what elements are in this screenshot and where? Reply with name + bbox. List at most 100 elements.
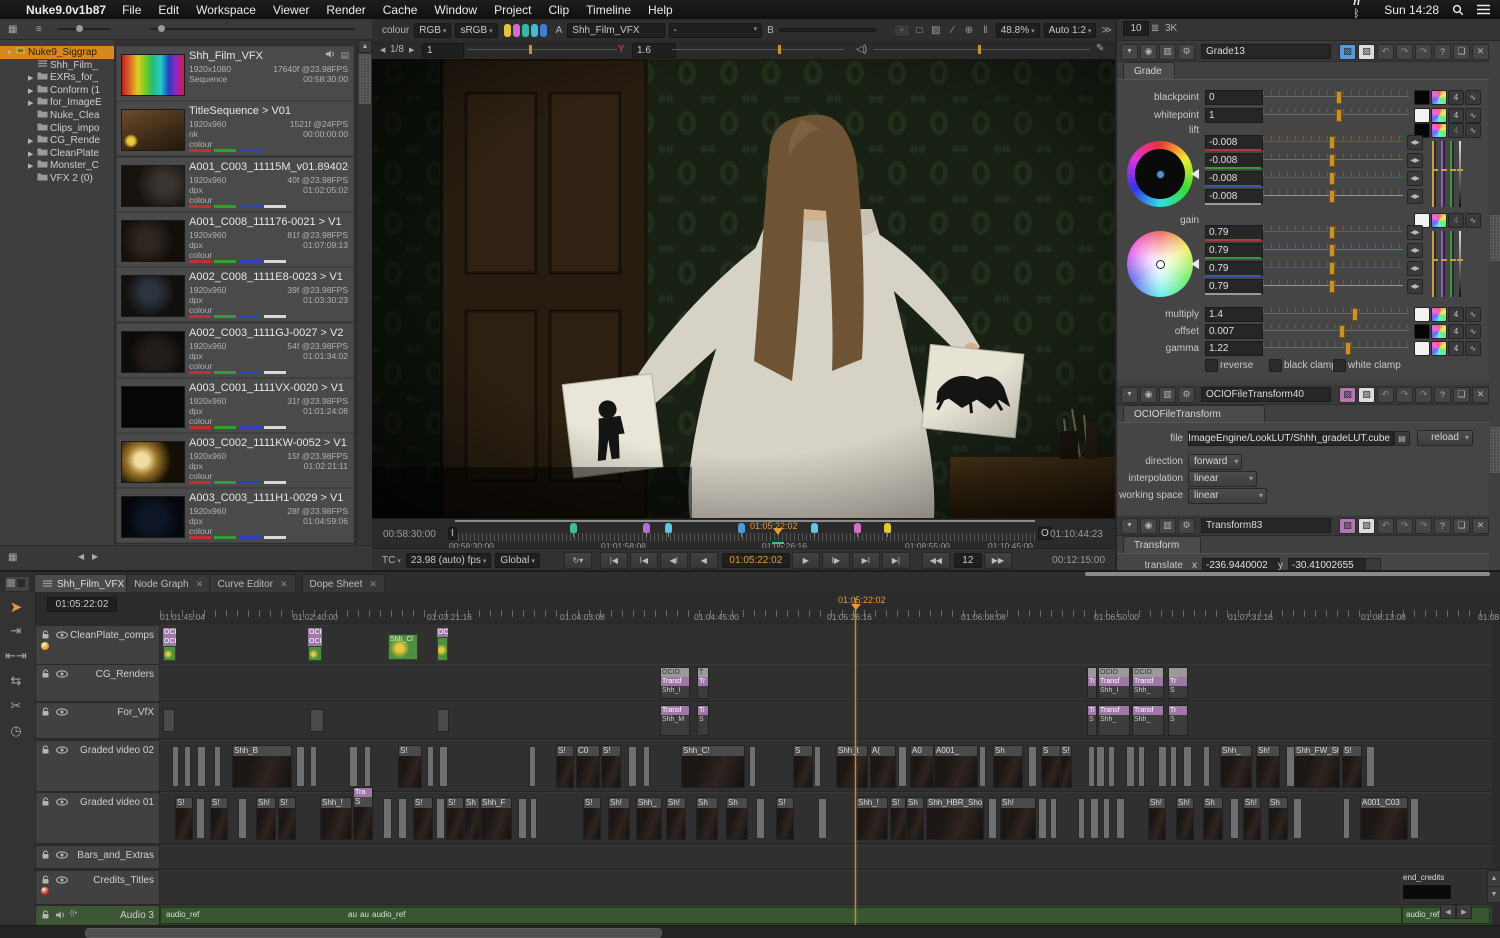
shot-marker-0[interactable] [570,523,577,533]
timeline-clip-sliver[interactable] [184,746,191,787]
timeline-fx-clip[interactable]: TrS [1168,705,1188,736]
bin-footer-grid-icon[interactable]: ▦ [8,552,17,563]
frame-dec-icon[interactable]: ◀◀ [922,552,950,569]
ocio-tab[interactable]: OCIOFileTransform [1123,405,1265,423]
timeline-clip-sliver[interactable] [1343,798,1350,839]
ocio-close-icon[interactable]: ✕ [1472,387,1489,403]
gamma-input[interactable]: 1.22 [1205,341,1263,356]
play-backward-button[interactable]: ◀ [690,552,718,569]
track-header-bars-and-extras[interactable]: Bars_and_Extras [35,845,160,869]
checkerboard-icon[interactable]: ▨ [929,25,944,36]
track-visibility-icon[interactable] [56,670,68,681]
offset-slider-handle[interactable] [1339,325,1345,338]
transform-wrench-icon[interactable]: ⚙ [1178,518,1195,534]
bin-clip-5[interactable]: A002_C003_1111GJ-0027 > V21920x960dpxcol… [116,323,354,378]
lift-step-0[interactable]: ◀▶ [1407,135,1423,150]
tree-expander-icon[interactable]: ▶ [28,72,37,84]
goto-end-button[interactable]: ▶| [882,552,910,569]
menu-render[interactable]: Render [326,3,365,17]
next-frame-button[interactable]: I▶ [822,552,850,569]
timeline-clip-sliver[interactable] [898,746,907,787]
timeline-clip-sliver[interactable] [1078,798,1085,839]
transform-revert-icon[interactable]: ↷ [1415,518,1432,534]
ab-blend-select[interactable]: -▾ [669,23,763,38]
timeline-clip-sliver[interactable] [518,798,527,839]
whitepoint-slider-handle[interactable] [1336,109,1342,122]
blackpoint-four-button[interactable]: 4 [1448,90,1464,105]
spotlight-icon[interactable] [1452,4,1464,16]
check-reverse[interactable] [1205,359,1218,372]
timeline-clip-sliver[interactable] [749,746,756,787]
menubar-clock[interactable]: Sun 14:28 [1384,3,1439,17]
shot-marker-2[interactable] [665,523,672,533]
gamma-four-button[interactable]: 4 [1448,341,1464,356]
fps-select[interactable]: 23.98 (auto) fps▾ [406,553,492,568]
timeline-clip-sliver[interactable] [1158,746,1167,787]
offset-wheel-icon[interactable] [1431,324,1447,339]
bin-clip-2[interactable]: A001_C003_11115M_v01.89402-0022 > V1920x… [116,157,354,212]
bin-clip-4[interactable]: A002_C008_1111E8-0023 > V11920x960dpxcol… [116,267,354,322]
timeline-clip-sliver[interactable] [1293,798,1302,839]
timeline-clip-sliver[interactable] [818,798,827,839]
grade-node-icon[interactable]: ▥ [1159,44,1176,60]
ocio-float-icon[interactable]: ❏ [1453,387,1470,403]
lift-slider-3[interactable] [1263,190,1403,201]
timeline-scroll-left-icon[interactable]: ◀ [1440,904,1456,919]
bin-clip-1[interactable]: TitleSequence > V011920x960nkcolour1521f… [116,101,354,156]
track-lane-cg-renders[interactable]: OCIOTransfShh_ITTr Tr OCIOTransfShh_IOCI… [160,664,1492,702]
gamma-curve-icon[interactable]: ∿ [1465,341,1481,356]
multiply-wheel-icon[interactable] [1431,307,1447,322]
timeline-fx-green-clip[interactable]: OCIOOCIO [308,628,322,661]
timeline-clip-sliver[interactable] [979,746,986,787]
bin-clip-8[interactable]: A003_C003_1111H1-0029 > V11920x960dpxcol… [116,488,354,543]
grade-maximize-b-icon[interactable]: ▨ [1358,44,1375,60]
gain-vsliders[interactable] [1432,231,1461,297]
zoom-level-select[interactable]: 48.8%▾ [996,23,1040,38]
timeline-clip-sliver[interactable] [296,746,305,787]
track-header-cleanplate-comps[interactable]: CleanPlate_comps [35,625,160,665]
blackpoint-input[interactable]: 0 [1205,90,1263,105]
lift-step-1[interactable]: ◀▶ [1407,153,1423,168]
timeline-clip-sliver[interactable] [1203,746,1210,787]
timeline-clip-sliver[interactable] [1108,746,1115,787]
track-header-audio-3[interactable]: ((•Audio 3 [35,905,160,925]
grade-revert-icon[interactable]: ↷ [1415,44,1432,60]
timeline-shot-clip[interactable]: Sh! [1243,797,1261,840]
viewer-lut-select[interactable]: sRGB▾ [455,23,497,38]
bin-grid-view-icon[interactable]: ▦ [8,24,17,35]
play-forward-button[interactable]: ▶ [792,552,820,569]
ocio-help-icon[interactable]: ? [1434,387,1451,403]
wipe-swatch-1[interactable] [513,24,520,37]
timeline-shot-clip[interactable]: Shh_t [836,745,868,788]
notes-icon[interactable]: n [1353,0,1370,8]
timeline-shot-clip[interactable]: A001_ [934,745,978,788]
lift-wheel[interactable] [1127,141,1193,207]
gain-value-2[interactable]: 0.79 [1205,261,1263,276]
next-edit-button[interactable]: ▶I [852,552,880,569]
timeline-shot-clip[interactable]: Shh_C! [681,745,745,788]
lift-four-button[interactable]: 4 [1448,123,1464,138]
timeline-clip-sliver[interactable] [383,798,392,839]
properties-count-input[interactable]: 10 [1123,21,1149,36]
ocio-maximize-b-icon[interactable]: ▨ [1358,387,1375,403]
timeline-shot-clip[interactable]: S! [776,797,794,840]
transform-undo-icon[interactable]: ↶ [1377,518,1394,534]
track-header-graded-video-02[interactable]: Graded video 02 [35,740,160,792]
timeline-clip-sliver[interactable] [814,746,821,787]
timeline-shot-clip[interactable]: S! [413,797,433,840]
timeline-shot-clip[interactable]: S! [210,797,228,840]
timeline-shot-clip[interactable]: Shh_! [320,797,352,840]
timeline-scroll-down-icon[interactable]: ▼ [1487,886,1500,903]
track-lock-icon[interactable] [41,707,50,720]
timeline-fx-clip[interactable]: TiS [1087,705,1097,736]
bin-scroll-thumb[interactable] [359,54,371,104]
volume-slider[interactable] [874,49,1090,50]
ocio-interp-select[interactable]: linear [1188,471,1257,487]
track-lock-icon[interactable] [41,745,50,758]
offset-four-button[interactable]: 4 [1448,324,1464,339]
tab-close-icon[interactable]: ✕ [369,579,377,590]
transform-center-icon[interactable]: ◉ [1140,518,1157,534]
ocio-revert-icon[interactable]: ↷ [1415,387,1432,403]
wipe-tool-icon[interactable]: ∕ [945,25,960,36]
mask-overlay-icon[interactable]: □ [912,25,927,36]
